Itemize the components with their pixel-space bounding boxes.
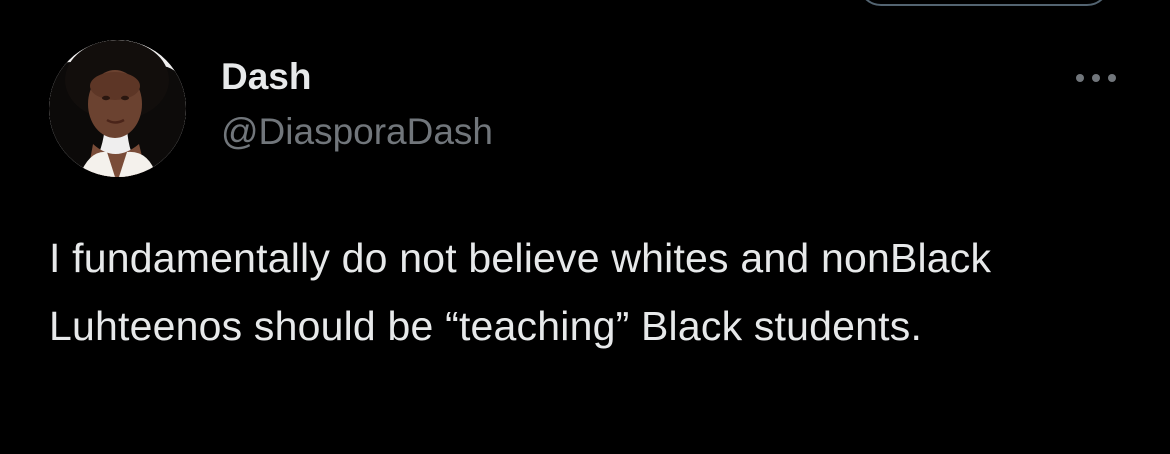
- profile-photo-icon: [49, 40, 186, 177]
- tweet-text: I fundamentally do not believe whites an…: [49, 235, 992, 349]
- more-options-button[interactable]: [1068, 60, 1124, 96]
- more-horizontal-icon: [1076, 74, 1116, 82]
- follow-button-partial[interactable]: [858, 0, 1110, 6]
- avatar[interactable]: [49, 40, 186, 177]
- display-name[interactable]: Dash: [221, 55, 311, 99]
- username-handle[interactable]: @DiasporaDash: [221, 110, 493, 154]
